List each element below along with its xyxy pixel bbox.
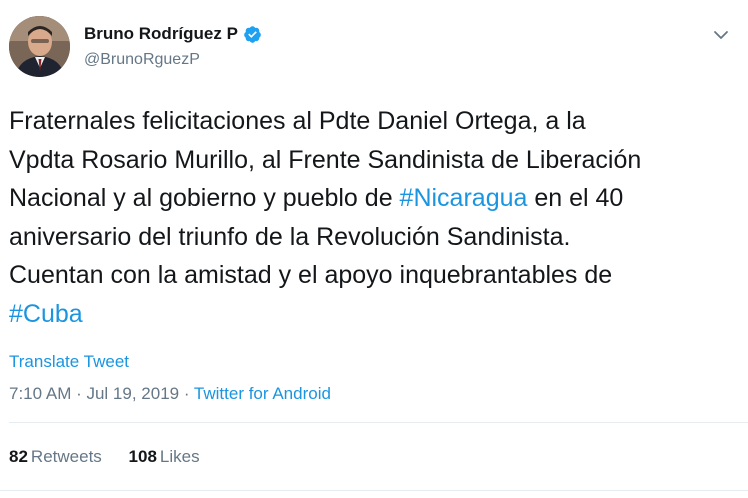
divider: [0, 490, 748, 491]
hashtag-link-cuba[interactable]: #Cuba: [9, 300, 83, 328]
retweets-stat[interactable]: 82 Retweets: [9, 447, 107, 466]
tweet-text-segment: Cuentan con la amistad y el apoyo inqueb…: [9, 261, 613, 289]
tweet-text-segment: Vpdta Rosario Murillo, al Frente Sandini…: [9, 145, 642, 174]
verified-badge-icon: [243, 25, 262, 44]
hashtag-link-nicaragua[interactable]: #Nicaragua: [400, 184, 528, 212]
avatar[interactable]: [9, 16, 70, 77]
tweet-text-line: Vpdta Rosario Murillo, al Frente Sandini…: [9, 141, 739, 180]
tweet-text-segment: aniversario del triunfo de la Revolución…: [9, 222, 571, 251]
source-link[interactable]: Twitter for Android: [194, 384, 331, 403]
author-name-row[interactable]: Bruno Rodríguez P: [84, 24, 262, 44]
translate-tweet-link[interactable]: Translate Tweet: [9, 352, 129, 372]
retweets-label: Retweets: [30, 447, 102, 466]
retweets-count: 82: [9, 447, 28, 466]
tweet-text-segment: Fraternales felicitaciones al Pdte Danie…: [9, 107, 586, 135]
timestamp[interactable]: 7:10 AM · Jul 19, 2019: [9, 384, 179, 403]
tweet-text-line: #Cuba: [9, 295, 739, 334]
tweet-text-line: Cuentan con la amistad y el apoyo inqueb…: [9, 256, 739, 295]
likes-label: Likes: [159, 447, 200, 466]
meta-separator: ·: [179, 384, 194, 403]
tweet-text: Fraternales felicitaciones al Pdte Danie…: [9, 102, 739, 333]
chevron-down-icon[interactable]: [712, 26, 730, 44]
tweet-card: Bruno Rodríguez P @BrunoRguezP Fraternal…: [0, 0, 748, 498]
tweet-text-segment: Nacional y al gobierno y pueblo de: [9, 184, 400, 212]
tweet-text-line: Nacional y al gobierno y pueblo de #Nica…: [9, 179, 739, 218]
tweet-text-line: Fraternales felicitaciones al Pdte Danie…: [9, 102, 739, 141]
divider: [9, 422, 748, 423]
display-name[interactable]: Bruno Rodríguez P: [84, 24, 238, 44]
tweet-meta: 7:10 AM · Jul 19, 2019 · Twitter for And…: [9, 384, 331, 404]
tweet-text-segment: en el 40: [527, 184, 624, 212]
author-handle[interactable]: @BrunoRguezP: [84, 51, 200, 69]
tweet-text-line: aniversario del triunfo de la Revolución…: [9, 218, 739, 257]
tweet-stats: 82 Retweets 108 Likes: [9, 447, 200, 467]
likes-count: 108: [128, 447, 157, 466]
likes-stat[interactable]: 108 Likes: [129, 447, 200, 466]
